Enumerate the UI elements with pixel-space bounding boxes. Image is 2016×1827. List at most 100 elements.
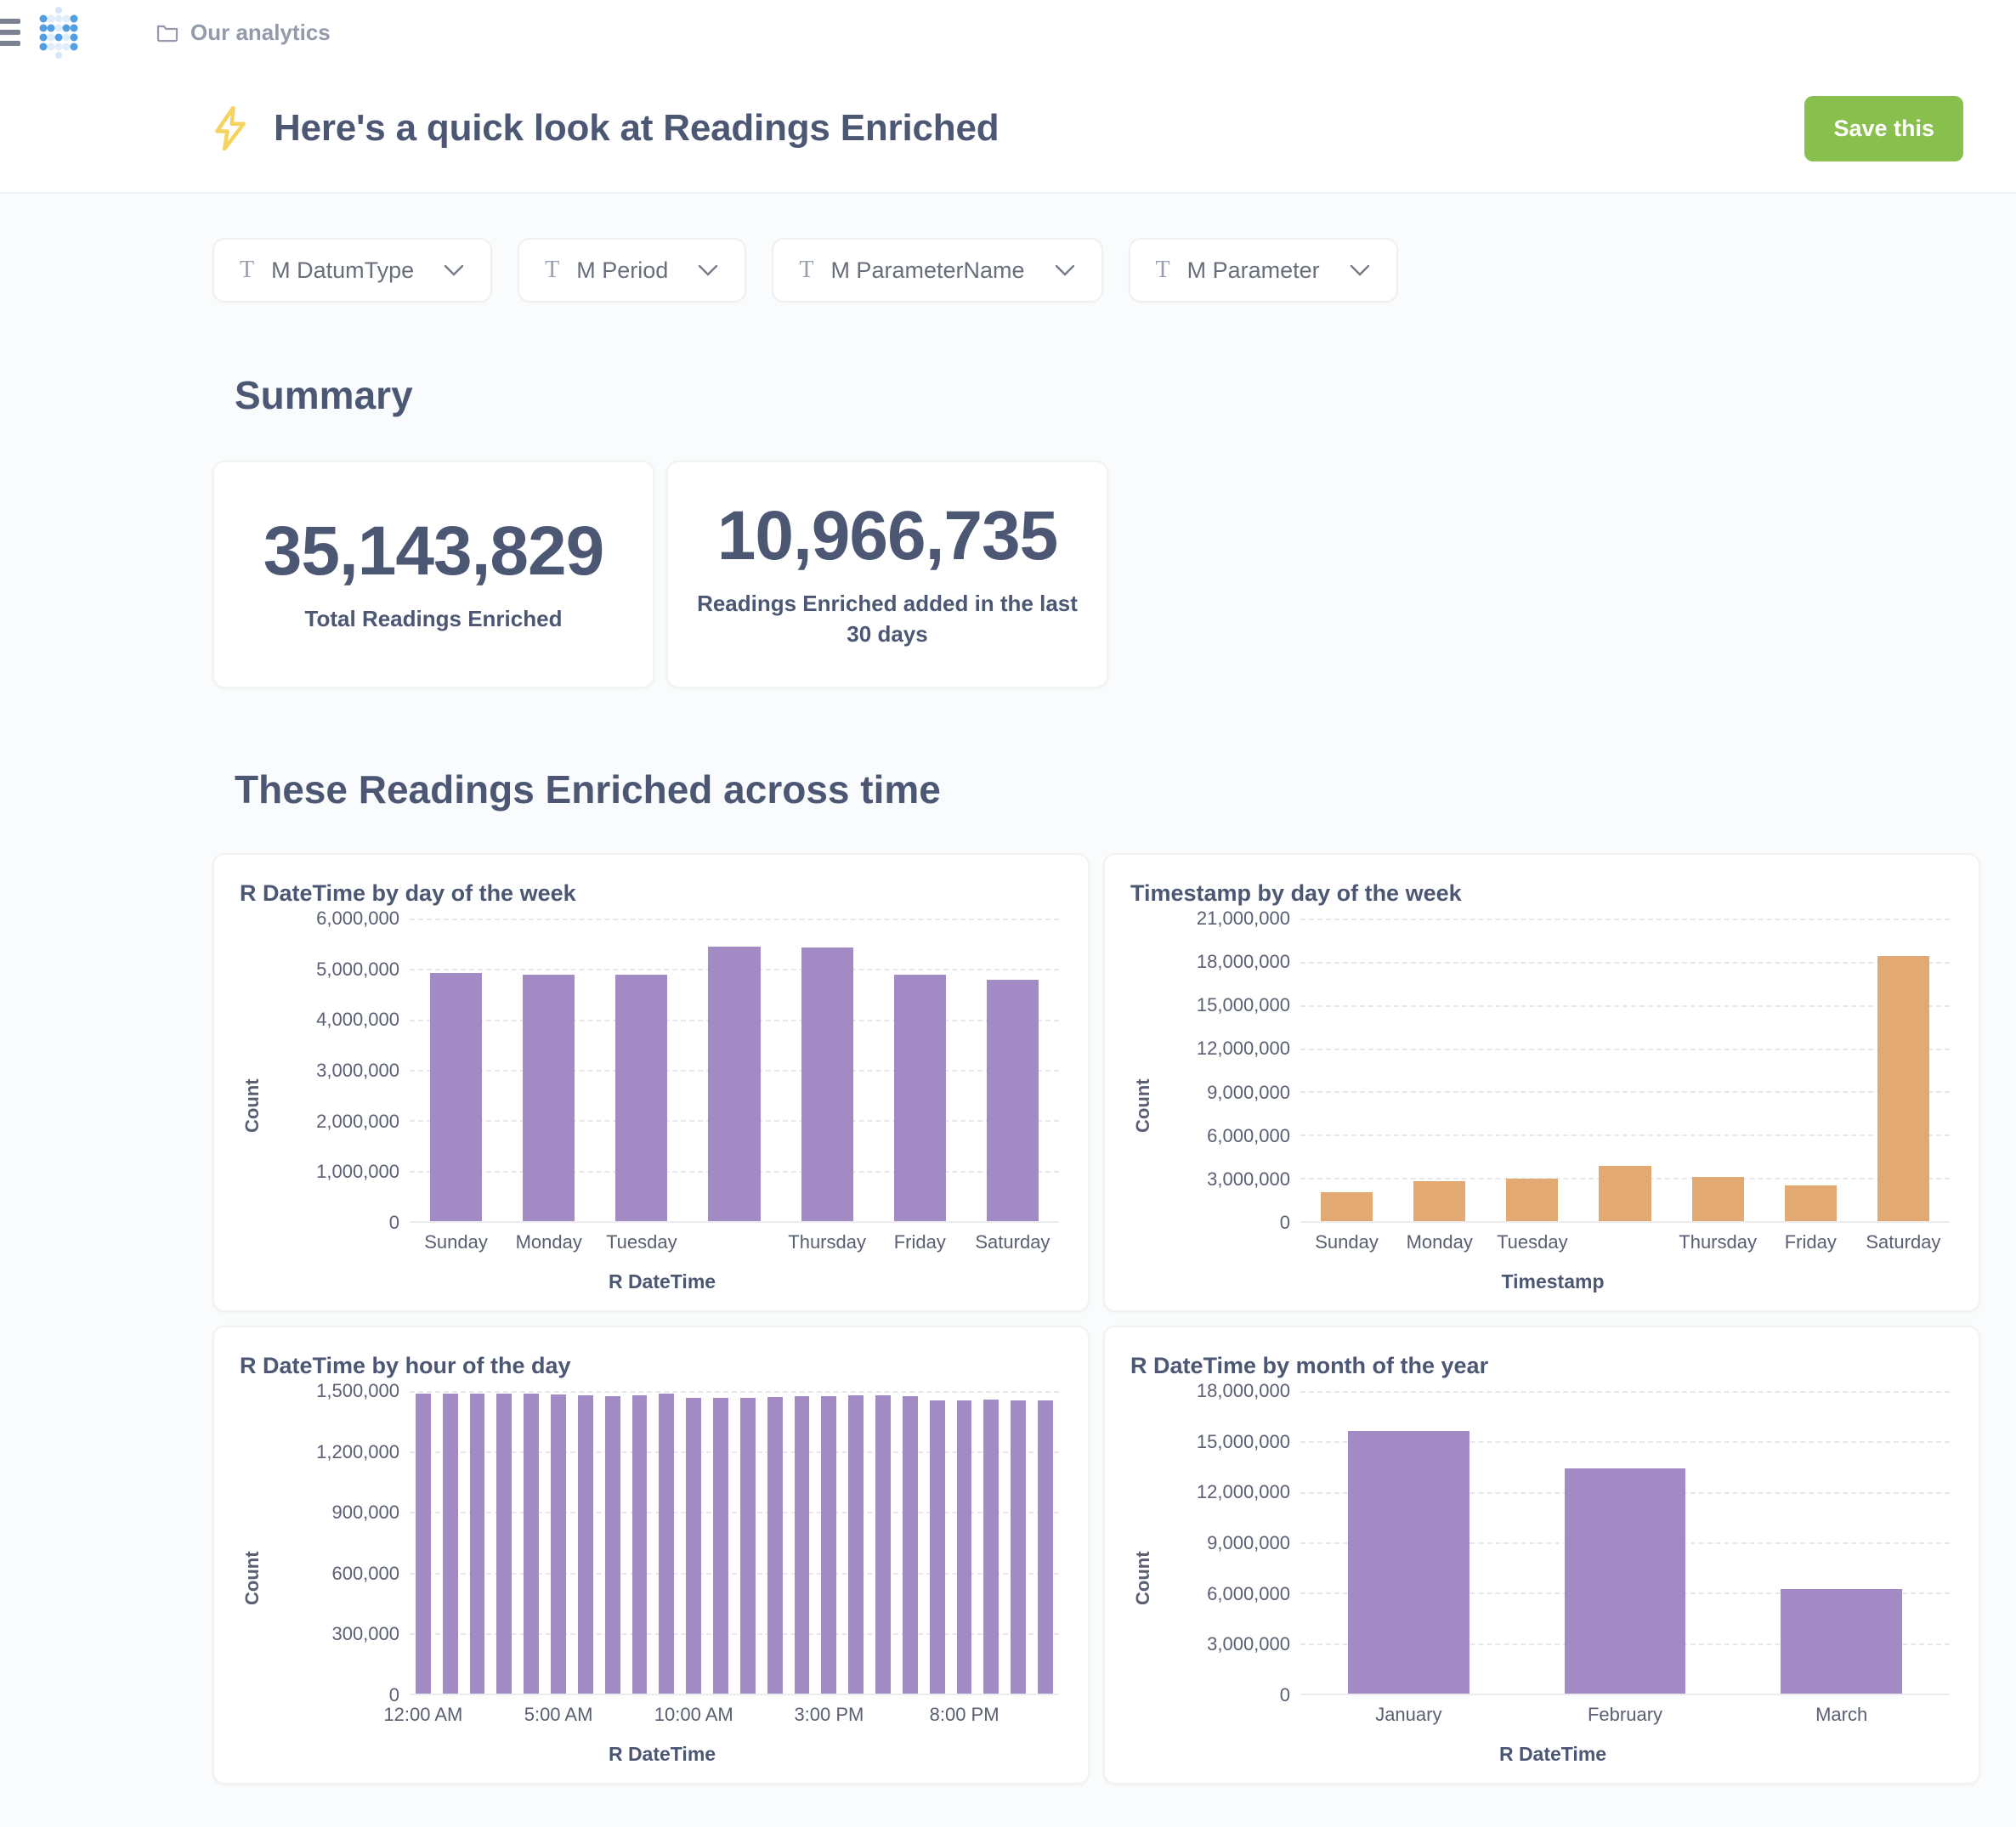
x-tick-label: Sunday [1300, 1231, 1393, 1260]
bar-slot [502, 919, 595, 1221]
bar[interactable] [524, 1394, 539, 1694]
y-tick-label: 2,000,000 [316, 1111, 399, 1133]
y-tick-label: 4,000,000 [316, 1009, 399, 1031]
x-axis-labels: 12:00 AM5:00 AM10:00 AM3:00 PM8:00 PM [410, 1704, 1059, 1733]
bar[interactable] [875, 1395, 891, 1694]
y-tick-label: 18,000,000 [1197, 951, 1290, 973]
bar[interactable] [767, 1397, 783, 1694]
plot-canvas [410, 1391, 1059, 1695]
top-navigation-bar: Our analytics [0, 0, 2016, 65]
scalar-card-last-30-days[interactable]: 10,966,735 Readings Enriched added in th… [666, 461, 1108, 688]
bar[interactable] [1565, 1468, 1686, 1694]
bar-slot [626, 1391, 654, 1694]
summary-scalar-row: 35,143,829 Total Readings Enriched 10,96… [0, 461, 2016, 688]
chevron-down-icon [1349, 263, 1371, 277]
bar-slot [572, 1391, 599, 1694]
bar[interactable] [605, 1396, 620, 1694]
chart-card-hour-of-day[interactable]: R DateTime by hour of the day Count 0300… [212, 1326, 1090, 1785]
chart-body: Count 0300,000600,000900,0001,200,0001,5… [240, 1391, 1059, 1766]
x-tick-label: Tuesday [1486, 1231, 1578, 1260]
scalar-card-total-readings[interactable]: 35,143,829 Total Readings Enriched [212, 461, 654, 688]
filter-m-parameter[interactable]: T M Parameter [1129, 238, 1398, 303]
x-axis-title: Timestamp [1156, 1270, 1950, 1293]
bar-slot [1393, 919, 1486, 1221]
y-axis-ticks: 03,000,0006,000,0009,000,00012,000,00015… [1156, 919, 1300, 1223]
hamburger-icon[interactable] [0, 19, 20, 46]
chart-title: R DateTime by month of the year [1130, 1353, 1950, 1379]
bar[interactable] [983, 1400, 999, 1694]
bar[interactable] [416, 1394, 431, 1694]
bar-series [410, 1391, 1059, 1694]
save-button[interactable]: Save this [1804, 96, 1963, 161]
bar-slot [518, 1391, 545, 1694]
bar[interactable] [708, 947, 760, 1221]
bar[interactable] [1877, 956, 1929, 1221]
bar[interactable] [1785, 1185, 1837, 1221]
bar[interactable] [1321, 1192, 1373, 1221]
bar[interactable] [821, 1396, 836, 1694]
bar[interactable] [523, 975, 575, 1221]
bar[interactable] [430, 973, 482, 1221]
bar[interactable] [930, 1400, 945, 1694]
chart-card-day-of-week-timestamp[interactable]: Timestamp by day of the week Count 03,00… [1103, 853, 1980, 1312]
bar[interactable] [801, 947, 853, 1221]
bar[interactable] [443, 1394, 458, 1694]
x-tick-label: Tuesday [595, 1231, 688, 1260]
x-tick-label: Friday [1764, 1231, 1857, 1260]
breadcrumb[interactable]: Our analytics [156, 20, 331, 46]
bar[interactable] [848, 1395, 864, 1694]
bar[interactable] [1413, 1181, 1465, 1221]
x-axis-labels: SundayMondayTuesdayThursdayFridaySaturda… [410, 1231, 1059, 1260]
text-type-icon: T [799, 257, 813, 284]
bar[interactable] [740, 1398, 756, 1694]
bar[interactable] [659, 1394, 674, 1694]
bar[interactable] [795, 1396, 810, 1694]
y-tick-label: 12,000,000 [1197, 1038, 1290, 1060]
bar-slot [734, 1391, 762, 1694]
bar[interactable] [1038, 1400, 1053, 1694]
x-tick-label: 10:00 AM [654, 1704, 733, 1726]
filter-m-datumtype[interactable]: T M DatumType [212, 238, 492, 303]
bar-slot [1517, 1391, 1734, 1694]
bar-slot [410, 919, 502, 1221]
x-axis-title: R DateTime [265, 1270, 1059, 1293]
bar[interactable] [1011, 1400, 1026, 1694]
chart-card-day-of-week-rdatetime[interactable]: R DateTime by day of the week Count 01,0… [212, 853, 1090, 1312]
bar[interactable] [632, 1395, 648, 1694]
bar-slot [545, 1391, 572, 1694]
bar[interactable] [686, 1398, 701, 1694]
bar[interactable] [1506, 1179, 1558, 1221]
scalar-value: 35,143,829 [263, 515, 603, 588]
chevron-down-icon [1054, 263, 1076, 277]
bar-slot [410, 1391, 437, 1694]
bar[interactable] [1781, 1589, 1902, 1694]
bar[interactable] [496, 1394, 512, 1694]
bar[interactable] [1599, 1166, 1651, 1221]
filter-m-parametername[interactable]: T M ParameterName [772, 238, 1102, 303]
text-type-icon: T [1156, 257, 1170, 284]
bar[interactable] [957, 1400, 972, 1694]
chart-card-month-of-year[interactable]: R DateTime by month of the year Count 03… [1103, 1326, 1980, 1785]
bar-slot [1300, 1391, 1517, 1694]
x-axis-labels: JanuaryFebruaryMarch [1300, 1704, 1950, 1733]
x-tick-label: Saturday [966, 1231, 1059, 1260]
x-tick-label: Friday [874, 1231, 966, 1260]
bar-slot [762, 1391, 789, 1694]
bar[interactable] [1348, 1431, 1470, 1694]
bar[interactable] [470, 1394, 485, 1694]
y-axis-ticks: 0300,000600,000900,0001,200,0001,500,000 [265, 1391, 410, 1695]
bar[interactable] [551, 1394, 566, 1694]
bar[interactable] [903, 1396, 918, 1694]
bar[interactable] [1692, 1177, 1744, 1221]
y-tick-label: 1,200,000 [316, 1441, 399, 1463]
bar[interactable] [894, 975, 946, 1221]
x-tick-label: Thursday [781, 1231, 874, 1260]
bar[interactable] [987, 980, 1039, 1221]
metabase-logo-icon[interactable] [32, 6, 85, 59]
bar[interactable] [578, 1395, 593, 1694]
bar[interactable] [713, 1398, 728, 1694]
bar-slot [490, 1391, 518, 1694]
filter-m-period[interactable]: T M Period [518, 238, 746, 303]
y-axis-title: Count [1130, 1391, 1156, 1766]
bar[interactable] [615, 975, 667, 1221]
